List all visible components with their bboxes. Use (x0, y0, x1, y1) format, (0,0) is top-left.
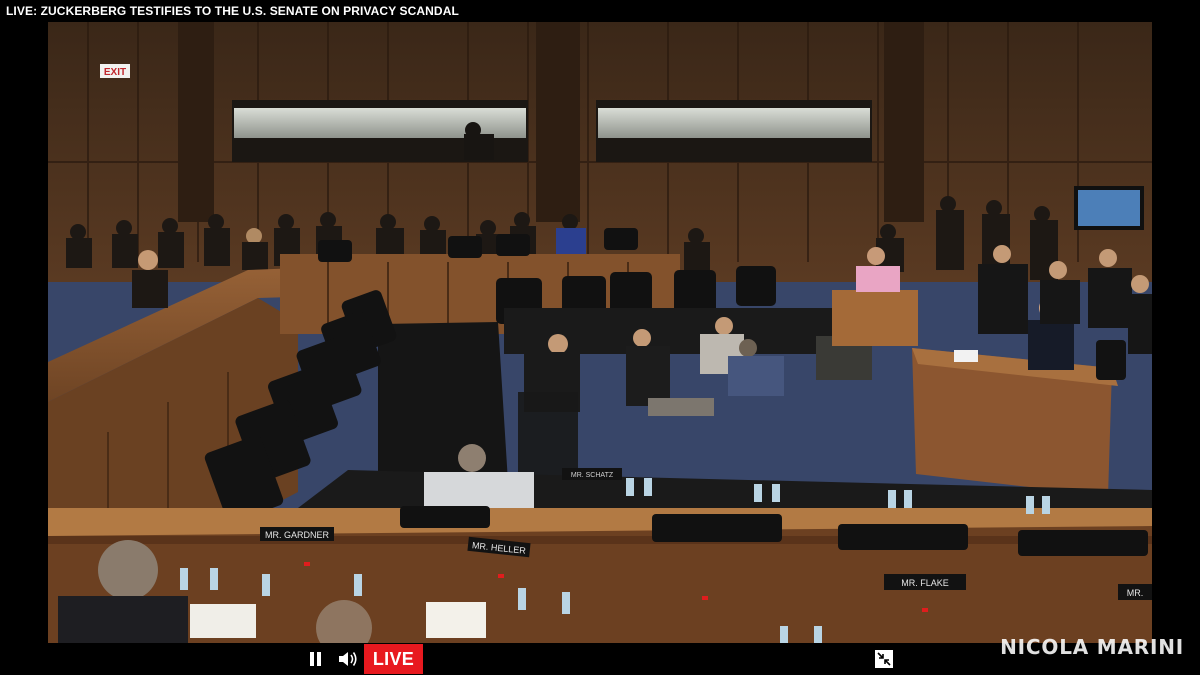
svg-text:MR. SCHATZ: MR. SCHATZ (571, 472, 614, 479)
fullscreen-button[interactable] (875, 650, 893, 668)
staffer-white-shirt (458, 444, 486, 472)
watermark: NICOLA MARINI (1000, 635, 1184, 659)
volume-icon (339, 652, 357, 666)
exit-sign-text: EXIT (104, 67, 126, 78)
witness-nameplate (954, 350, 978, 362)
center-table (378, 322, 508, 492)
gallery-light-right (598, 108, 870, 138)
pillar-right (884, 22, 924, 222)
video-frame[interactable]: EXIT MR. GARDNER MR. HELLER MR. FLAKE MR… (48, 22, 1152, 643)
papers (190, 604, 256, 638)
volume-button[interactable] (336, 649, 360, 669)
gallery-light-left (234, 108, 526, 138)
headline: LIVE: ZUCKERBERG TESTIFIES TO THE U.S. S… (6, 4, 459, 18)
stenographer-podium (832, 290, 918, 346)
svg-text:MR.: MR. (1127, 588, 1144, 598)
pillar-left (178, 22, 214, 222)
senator-left (138, 250, 158, 270)
pause-button[interactable] (303, 649, 327, 669)
senator-foreground (98, 540, 158, 600)
svg-text:MR. GARDNER: MR. GARDNER (265, 530, 330, 540)
top-bar: LIVE: ZUCKERBERG TESTIFIES TO THE U.S. S… (0, 0, 1200, 22)
pillar-center (536, 22, 580, 222)
exit-fullscreen-icon (877, 652, 891, 666)
svg-text:MR. FLAKE: MR. FLAKE (901, 578, 949, 588)
senate-hearing-scene: EXIT MR. GARDNER MR. HELLER MR. FLAKE MR… (48, 22, 1152, 643)
live-badge[interactable]: LIVE (364, 644, 423, 674)
